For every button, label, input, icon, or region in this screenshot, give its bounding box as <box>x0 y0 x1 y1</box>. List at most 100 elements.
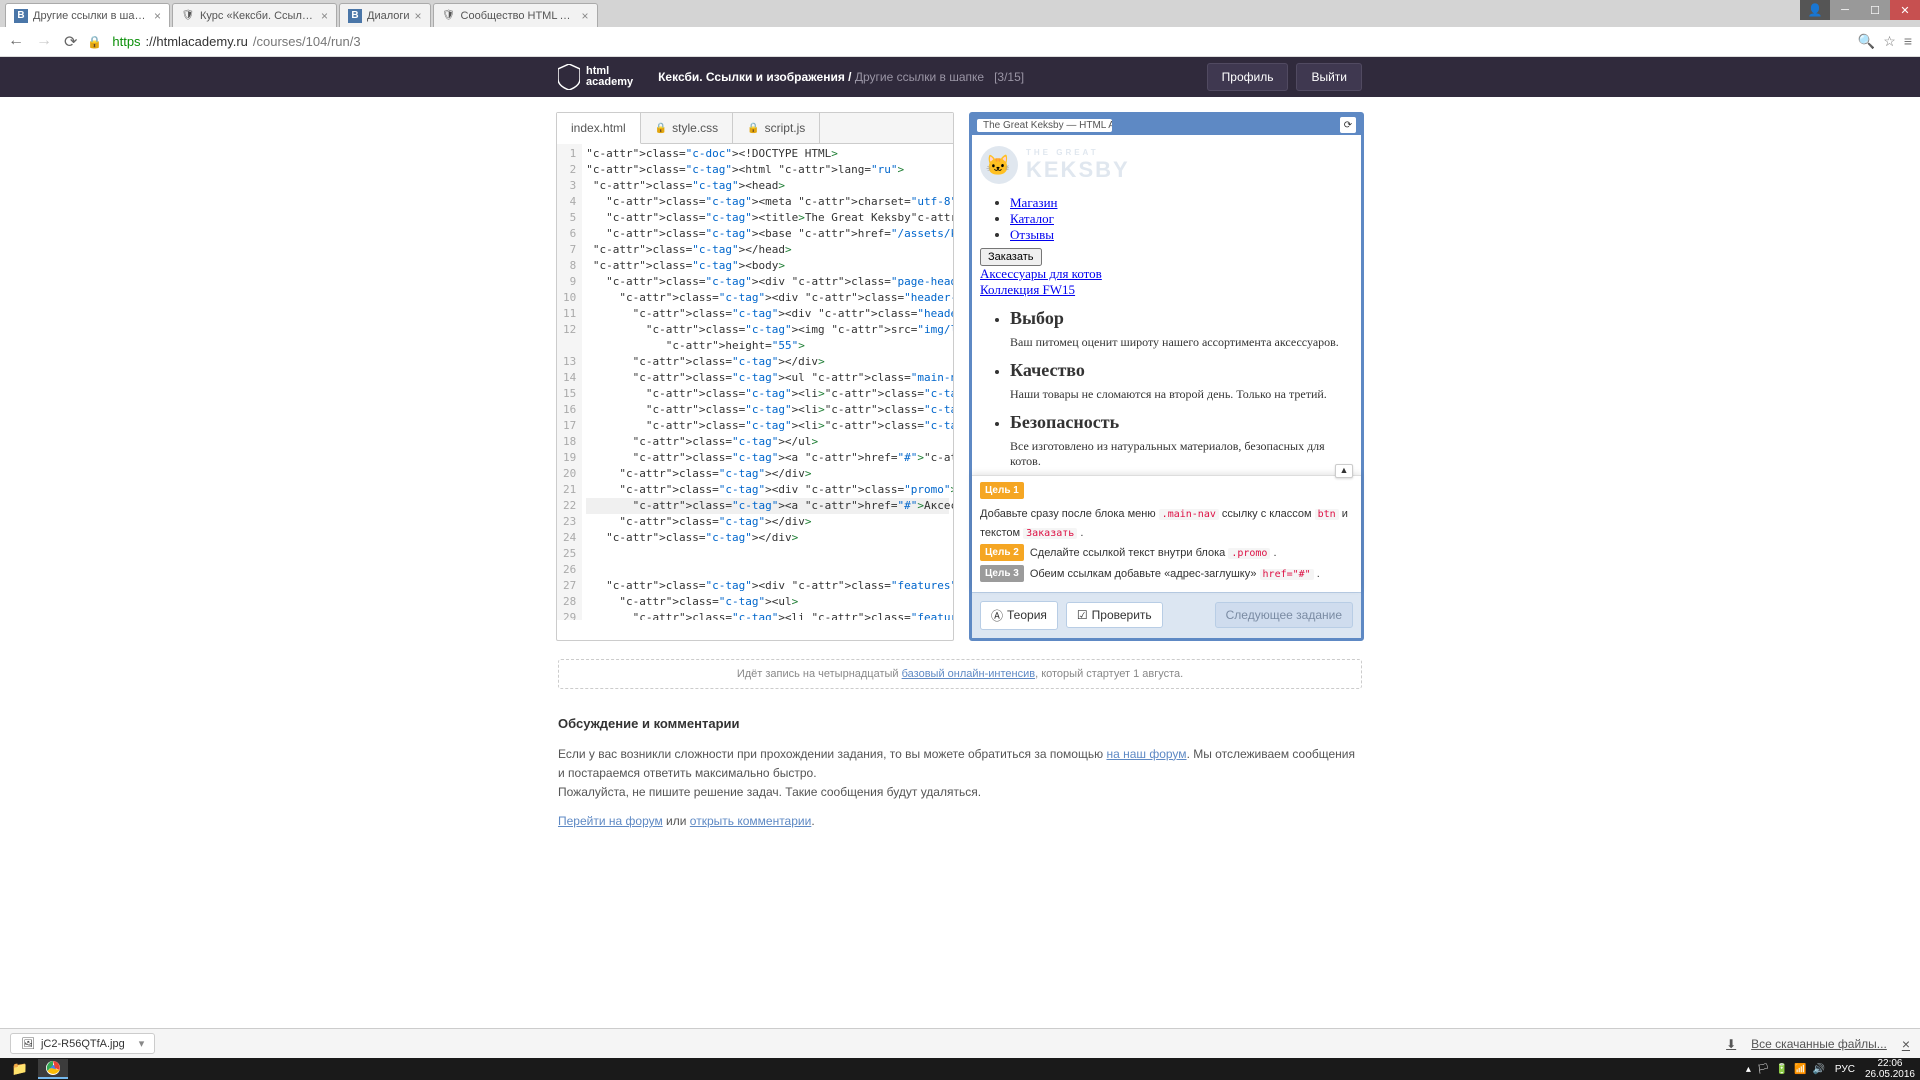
editor-tabs: index.html 🔒style.css 🔒script.js <box>557 113 953 144</box>
close-icon[interactable]: × <box>321 9 328 23</box>
url-protocol: https <box>112 34 140 49</box>
keksby-logo: 🐱 THE GREAT KEKSBY <box>980 140 1353 190</box>
close-icon[interactable]: × <box>415 9 422 23</box>
profile-button[interactable]: Профиль <box>1207 63 1289 91</box>
check-icon: ☑ <box>1077 608 1088 622</box>
system-tray[interactable]: ▴ 🏳 🔋 📶 🔊 <box>1746 1064 1825 1075</box>
main-content: index.html 🔒style.css 🔒script.js 1234567… <box>0 97 1920 641</box>
browser-tab[interactable]: В Другие ссылки в шапке - × <box>5 3 170 27</box>
goto-forum-link[interactable]: Перейти на форум <box>558 814 663 828</box>
speaker-icon[interactable]: 🔊 <box>1812 1064 1824 1075</box>
promo-link[interactable]: Коллекция FW15 <box>980 282 1075 297</box>
goal-text: Обеим ссылкам добавьте «адрес-заглушку» … <box>1030 565 1320 584</box>
goal-1: Цель 1 Добавьте сразу после блока меню .… <box>980 482 1353 542</box>
chevron-down-icon[interactable]: ▾ <box>139 1037 145 1050</box>
image-icon: 🖼 <box>21 1037 35 1050</box>
tab-title: Другие ссылки в шапке - <box>33 10 149 22</box>
language-indicator[interactable]: РУС <box>1835 1064 1855 1075</box>
forward-button[interactable]: → <box>36 32 52 52</box>
explorer-icon[interactable]: 📁 <box>5 1059 35 1079</box>
code-lines[interactable]: "c-attr">class="c-doc"><!DOCTYPE HTML>"c… <box>582 144 953 620</box>
all-downloads-link[interactable]: Все скачанные файлы... <box>1751 1037 1887 1051</box>
promo-link[interactable]: Аксессуары для котов <box>980 266 1102 281</box>
lock-icon: 🔒 <box>87 35 102 49</box>
chrome-icon[interactable] <box>38 1059 68 1079</box>
feature-text: Все изготовлено из натуральных материало… <box>1010 439 1353 469</box>
theory-button[interactable]: ⒶТеория <box>980 601 1058 630</box>
time: 22:06 <box>1865 1058 1915 1069</box>
address-bar: ← → ⟳ 🔒 https://htmlacademy.ru/courses/1… <box>0 27 1920 57</box>
browser-tab[interactable]: В Диалоги × <box>339 3 431 27</box>
logout-button[interactable]: Выйти <box>1296 63 1362 91</box>
intensive-link[interactable]: базовый онлайн-интенсив <box>902 668 1035 680</box>
next-task-button[interactable]: Следующее задание <box>1215 602 1353 628</box>
nav-link[interactable]: Каталог <box>1010 211 1054 226</box>
star-icon[interactable]: ☆ <box>1883 33 1896 50</box>
goals-panel: ▲ Цель 1 Добавьте сразу после блока меню… <box>972 475 1361 592</box>
editor-tab-css[interactable]: 🔒style.css <box>641 113 733 143</box>
preview-nav: Магазин Каталог Отзывы <box>980 195 1353 243</box>
discussion-text: Если у вас возникли сложности при прохож… <box>558 745 1362 783</box>
forum-link[interactable]: на наш форум <box>1106 747 1186 761</box>
editor-tab-html[interactable]: index.html <box>557 113 641 144</box>
tray-chevron-icon[interactable]: ▴ <box>1746 1064 1751 1075</box>
browser-tab[interactable]: 🛡 Курс «Кексби. Ссылки и и × <box>172 3 337 27</box>
maximize-button[interactable]: ☐ <box>1860 0 1890 20</box>
tab-title: Диалоги <box>367 10 410 22</box>
browser-chrome: В Другие ссылки в шапке - × 🛡 Курс «Кекс… <box>0 0 1920 57</box>
tab-title: Сообщество HTML Acade <box>461 10 577 22</box>
ha-favicon: 🛡 <box>181 9 195 23</box>
action-bar: ⒶТеория ☑Проверить Следующее задание <box>972 592 1361 638</box>
discussion-links: Перейти на форум или открыть комментарии… <box>558 812 1362 831</box>
close-icon[interactable]: × <box>154 9 161 23</box>
goal-2: Цель 2 Сделайте ссылкой текст внутри бло… <box>980 544 1353 563</box>
clock[interactable]: 22:06 26.05.2016 <box>1865 1058 1915 1080</box>
preview-body[interactable]: 🐱 THE GREAT KEKSBY Магазин Каталог Отзыв… <box>972 135 1361 475</box>
download-shelf: 🖼 jC2-R56QTfA.jpg ▾ ⬇ Все скачанные файл… <box>0 1028 1920 1058</box>
close-shelf-icon[interactable]: × <box>1902 1036 1910 1052</box>
download-arrow-icon: ⬇ <box>1726 1037 1736 1051</box>
zoom-icon[interactable]: 🔍 <box>1858 33 1875 50</box>
menu-icon[interactable]: ≡ <box>1904 33 1912 50</box>
feature-heading: Безопасность <box>1010 412 1353 433</box>
code-area[interactable]: 1234567891011121314151617181920212223242… <box>557 144 953 620</box>
minimize-button[interactable]: ─ <box>1830 0 1860 20</box>
vk-favicon: В <box>14 9 28 23</box>
feature-heading: Выбор <box>1010 308 1353 329</box>
wifi-icon[interactable]: 📶 <box>1794 1064 1806 1075</box>
refresh-icon[interactable]: ⟳ <box>1340 117 1356 133</box>
collapse-icon[interactable]: ▲ <box>1335 464 1353 478</box>
tab-title: Курс «Кексби. Ссылки и и <box>200 10 316 22</box>
breadcrumb: Кексби. Ссылки и изображения / Другие сс… <box>658 70 1024 84</box>
vk-favicon: В <box>348 9 362 23</box>
nav-link[interactable]: Магазин <box>1010 195 1057 210</box>
preview-title-bar: The Great Keksby — HTML Acade ⟳ <box>972 115 1361 135</box>
battery-icon[interactable]: 🔋 <box>1776 1064 1788 1075</box>
download-filename: jC2-R56QTfA.jpg <box>41 1038 125 1050</box>
browser-tab[interactable]: 🛡 Сообщество HTML Acade × <box>433 3 598 27</box>
check-button[interactable]: ☑Проверить <box>1066 602 1163 628</box>
back-button[interactable]: ← <box>8 32 24 52</box>
date: 26.05.2016 <box>1865 1069 1915 1080</box>
preview-url: The Great Keksby — HTML Acade <box>977 119 1112 132</box>
flag-icon[interactable]: 🏳 <box>1757 1064 1770 1075</box>
reload-button[interactable]: ⟳ <box>64 32 77 52</box>
logo[interactable]: html academy <box>558 64 633 90</box>
user-icon[interactable]: 👤 <box>1800 0 1830 20</box>
task-counter: [3/15] <box>994 70 1024 84</box>
close-icon[interactable]: × <box>582 9 589 23</box>
url-host: ://htmlacademy.ru <box>146 34 248 49</box>
order-button[interactable]: Заказать <box>980 248 1042 266</box>
goal-badge: Цель 3 <box>980 565 1024 582</box>
url-input[interactable]: https://htmlacademy.ru/courses/104/run/3 <box>112 34 1847 49</box>
shield-icon <box>558 64 580 90</box>
lock-icon: 🔒 <box>747 123 759 134</box>
nav-link[interactable]: Отзывы <box>1010 227 1054 242</box>
download-item[interactable]: 🖼 jC2-R56QTfA.jpg ▾ <box>10 1033 155 1054</box>
close-button[interactable]: ✕ <box>1890 0 1920 20</box>
feature-text: Наши товары не сломаются на второй день.… <box>1010 387 1353 402</box>
open-comments-link[interactable]: открыть комментарии <box>690 814 812 828</box>
feature-text: Ваш питомец оценит широту нашего ассорти… <box>1010 335 1353 350</box>
editor-tab-js[interactable]: 🔒script.js <box>733 113 820 143</box>
goal-text: Добавьте сразу после блока меню .main-na… <box>980 505 1353 542</box>
